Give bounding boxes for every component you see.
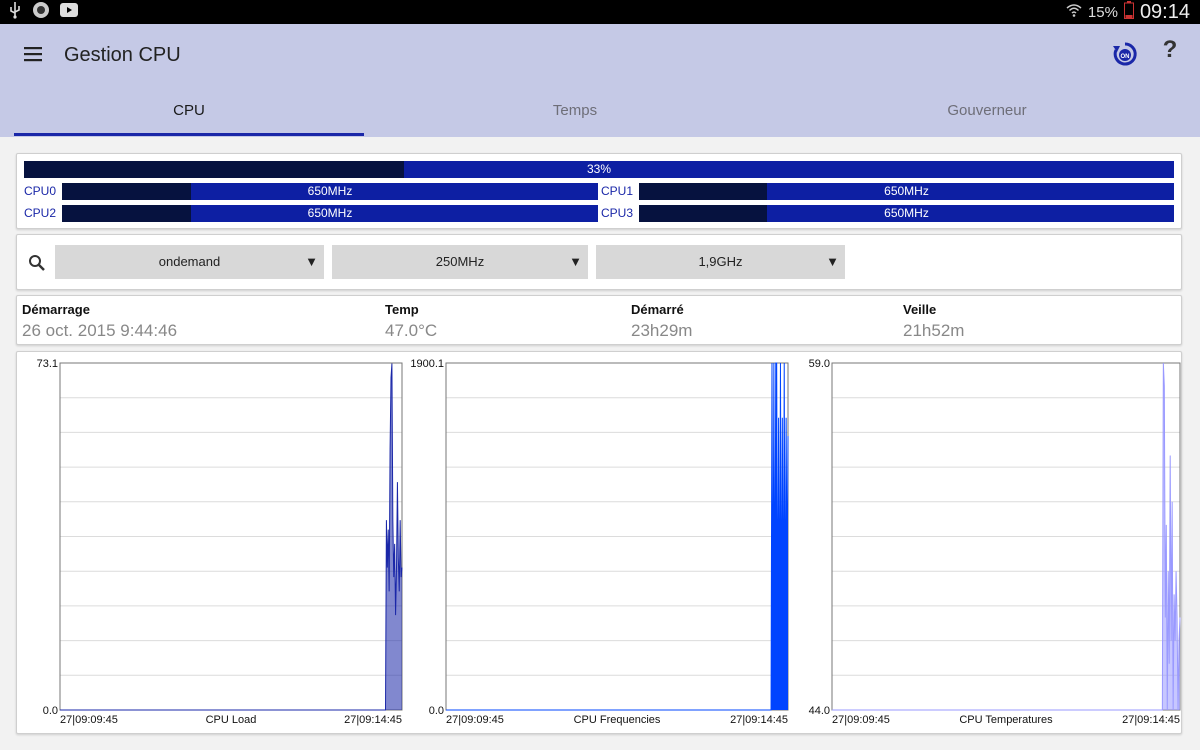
dropdown-arrow-icon: ▼ [826,254,839,269]
governor-value: ondemand [158,254,221,269]
chart-grid [446,397,788,676]
sleep-label: Veille [903,302,937,317]
search-icon[interactable] [27,253,47,273]
y-min-label: 0.0 [429,705,444,717]
tab-gouverneur[interactable]: Gouverneur [812,97,1162,137]
notification-icons [8,1,78,24]
y-max-label: 73.1 [37,358,58,370]
cpu1-freq: 650MHz [884,184,929,198]
cpu-frequencies-chart: 1900.1 0.0 27|09:09:45 CPU Frequencies 27|09… [403,352,789,733]
app-title: Gestion CPU [64,44,181,66]
apply-on-boot-icon[interactable]: ON [1111,40,1139,68]
menu-icon[interactable] [22,42,46,66]
x-start-label: 27|09:09:45 [60,714,118,726]
y-max-label: 59.0 [809,358,830,370]
cpu2-label: CPU2 [24,206,57,220]
status-bar: 15% 09:14 [0,0,1200,24]
cpu2-freq: 650MHz [307,206,353,220]
total-cpu-bar: 33% [24,161,1174,178]
dropdown-arrow-icon: ▼ [569,254,582,269]
battery-icon [1123,0,1134,24]
governor-dropdown[interactable]: ondemand ▼ [55,245,324,279]
cpu3-freq: 650MHz [884,206,929,220]
x-end-label: 27|09:14:45 [730,714,788,726]
chart-grid [60,397,402,676]
cpu3-label: CPU3 [601,206,634,220]
cpu-temperatures-chart: 59.0 44.0 27|09:09:45 CPU Temperatures 27|09… [789,352,1181,733]
y-max-label: 1900.1 [410,358,444,370]
cpu3-bar: 650MHz [639,205,1174,222]
svg-text:ON: ON [1121,54,1130,60]
dropdown-arrow-icon: ▼ [305,254,318,269]
sleep-value: 21h52m [903,321,965,340]
total-cpu-bar-fill [24,161,404,178]
x-end-label: 27|09:14:45 [1122,714,1180,726]
cpu1-bar: 650MHz [639,183,1174,200]
wifi-icon [1066,2,1082,23]
battery-percent: 15% [1087,3,1118,21]
x-end-label: 27|09:14:45 [344,714,402,726]
y-min-label: 44.0 [809,705,830,717]
boot-value: 26 oct. 2015 9:44:46 [22,321,178,340]
max-freq-dropdown[interactable]: 1,9GHz ▼ [596,245,845,279]
camera-icon [32,1,50,24]
tab-bar: CPU Temps Gouverneur [14,97,1186,137]
clock: 09:14 [1139,0,1190,23]
app-bar: Gestion CPU ON ? CPU Temps Gouverneur [0,24,1200,137]
tab-temps[interactable]: Temps [400,97,750,137]
min-freq-value: 250MHz [435,254,485,269]
temp-label: Temp [385,302,419,317]
cpu2-bar: 650MHz [62,205,598,222]
cpu1-bar-fill [639,183,768,200]
help-icon[interactable]: ? [1158,36,1182,70]
governor-card: ondemand ▼ 250MHz ▼ 1,9GHz ▼ [16,234,1182,290]
tab-indicator [14,133,364,136]
temp-value: 47.0°C [385,321,438,340]
min-freq-dropdown[interactable]: 250MHz ▼ [332,245,588,279]
uptime-value: 23h29m [631,321,693,340]
system-indicators: 15% 09:14 [1066,0,1190,24]
chart-title: CPU Frequencies [574,714,661,726]
cpu3-bar-fill [639,205,768,222]
cpu0-bar-fill [62,183,191,200]
usb-icon [8,1,22,24]
boot-label: Démarrage [22,302,90,317]
total-cpu-percent: 33% [586,162,612,176]
tab-cpu[interactable]: CPU [14,97,364,137]
uptime-label: Démarré [631,302,684,317]
cpu2-bar-fill [62,205,191,222]
cpu0-bar: 650MHz [62,183,598,200]
cpu0-label: CPU0 [24,184,57,198]
cpu-usage-card: 33% CPU0 650MHz CPU1 650MHz CPU2 650MHz … [16,153,1182,229]
y-min-label: 0.0 [43,705,58,717]
info-card: Démarrage 26 oct. 2015 9:44:46 Temp 47.0… [16,295,1182,345]
x-start-label: 27|09:09:45 [832,714,890,726]
cpu-load-chart: 73.1 0.0 27|09:09:45 CPU Load 27|09:14:45 [17,352,403,733]
youtube-icon [60,2,78,22]
chart-title: CPU Load [206,714,257,726]
x-start-label: 27|09:09:45 [446,714,504,726]
charts-card: 73.1 0.0 27|09:09:45 CPU Load 27|09:14:45 19… [16,351,1182,734]
chart-title: CPU Temperatures [959,714,1053,726]
cpu0-freq: 650MHz [307,184,353,198]
chart-grid [832,397,1180,676]
cpu1-label: CPU1 [601,184,634,198]
max-freq-value: 1,9GHz [698,254,743,269]
